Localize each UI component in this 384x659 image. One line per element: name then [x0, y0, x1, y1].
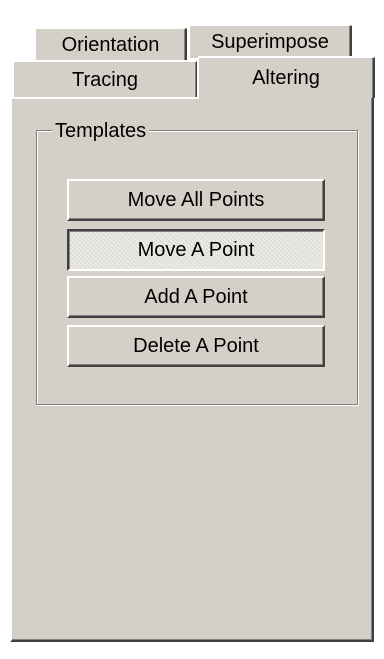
- tab-tracing[interactable]: Tracing: [12, 60, 198, 98]
- tab-altering[interactable]: Altering: [197, 56, 375, 98]
- tab-superimpose[interactable]: Superimpose: [188, 24, 352, 58]
- delete-a-point-label: Delete A Point: [133, 334, 259, 357]
- tab-altering-label: Altering: [252, 66, 320, 89]
- tab-superimpose-label: Superimpose: [211, 30, 329, 53]
- tab-tracing-label: Tracing: [72, 68, 138, 91]
- move-all-points-button[interactable]: Move All Points: [67, 179, 325, 221]
- move-a-point-button[interactable]: Move A Point: [67, 229, 325, 271]
- panel-top-edge: [10, 97, 199, 99]
- move-all-points-label: Move All Points: [127, 188, 265, 211]
- templates-group-title: Templates: [52, 120, 150, 142]
- tab-orientation-label: Orientation: [61, 33, 160, 56]
- altering-dialog: Orientation Superimpose Tracing Altering…: [0, 0, 384, 659]
- delete-a-point-button[interactable]: Delete A Point: [67, 325, 325, 367]
- add-a-point-label: Add A Point: [144, 285, 248, 308]
- move-a-point-label: Move A Point: [137, 238, 255, 261]
- tab-orientation[interactable]: Orientation: [34, 27, 187, 61]
- add-a-point-button[interactable]: Add A Point: [67, 276, 325, 318]
